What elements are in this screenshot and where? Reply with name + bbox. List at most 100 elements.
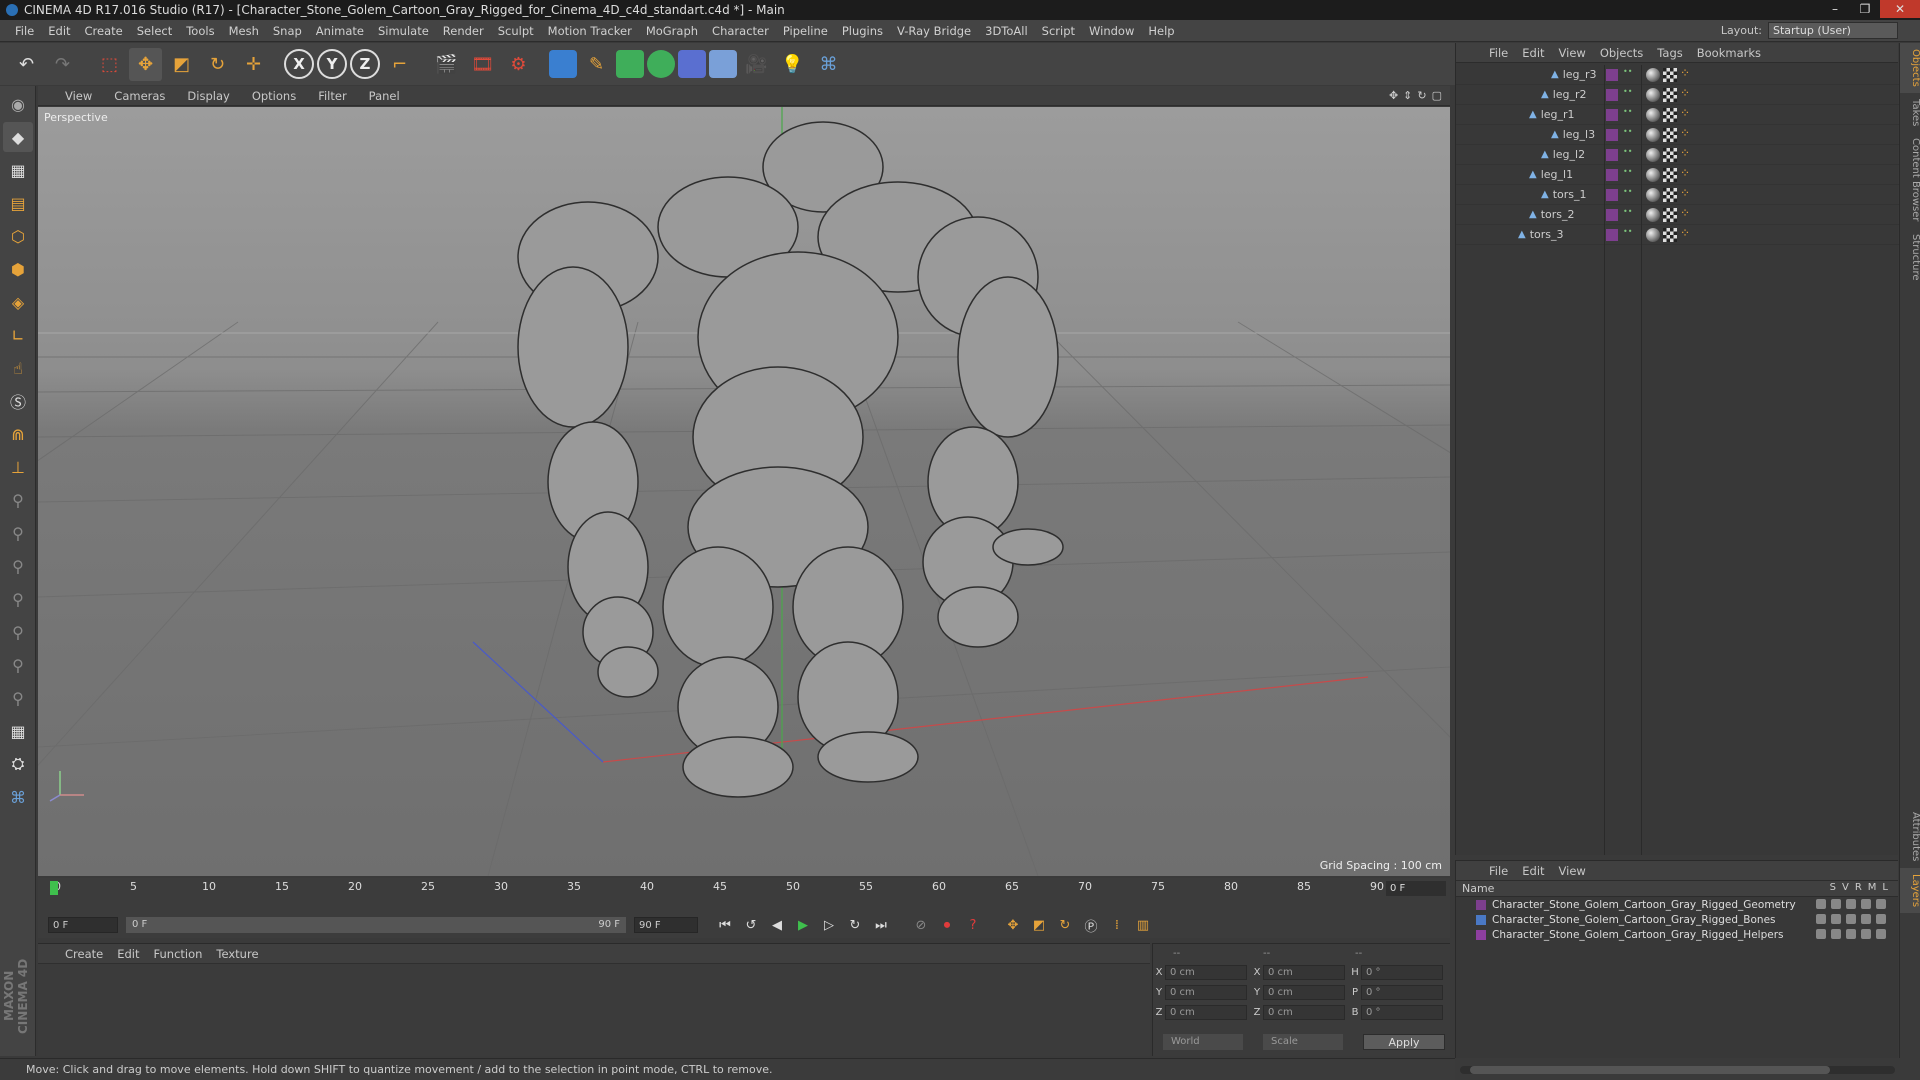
menu-sculpt[interactable]: Sculpt [491, 24, 541, 38]
tab-structure[interactable]: Structure [1900, 228, 1920, 287]
autokeying-icon[interactable]: ⏺ [934, 914, 960, 936]
menu-character[interactable]: Character [705, 24, 776, 38]
deformer-icon[interactable] [678, 50, 706, 78]
grid-tool-icon[interactable]: ▦ [3, 716, 33, 746]
scale-tool-icon[interactable]: ◩ [165, 48, 198, 81]
perspective-viewport[interactable]: Perspective Grid Spacing : 100 cm [38, 107, 1450, 876]
texture-tag-icon[interactable] [1663, 88, 1677, 102]
layer-color-swatch[interactable] [1476, 929, 1486, 940]
viewport-menu-filter[interactable]: Filter [307, 89, 357, 103]
texture-tag-icon[interactable] [1663, 148, 1677, 162]
objects-menu-bookmarks[interactable]: Bookmarks [1690, 46, 1768, 60]
maximize-button[interactable]: ❐ [1850, 0, 1880, 18]
go-to-end-icon[interactable]: ⏭ [868, 914, 894, 936]
coordinate-space-dropdown[interactable]: World [1163, 1034, 1243, 1050]
edges-mode-icon[interactable]: ⬢ [3, 254, 33, 284]
locked-column[interactable]: L [1882, 882, 1888, 893]
menu-3dtoall[interactable]: 3DToAll [978, 24, 1035, 38]
objects-menu-edit[interactable]: Edit [1515, 46, 1551, 60]
render-picture-viewer-icon[interactable]: 🎞 [466, 48, 499, 81]
texture-tag-icon[interactable] [1663, 188, 1677, 202]
tab-attributes[interactable]: Attributes [1900, 806, 1920, 867]
record-keyframes-icon[interactable]: ⊘ [908, 914, 934, 936]
next-frame-icon[interactable]: ▷ [816, 914, 842, 936]
live-selection-icon[interactable]: ⬚ [93, 48, 126, 81]
eye-icon[interactable] [1831, 899, 1841, 909]
viewport-menu-cameras[interactable]: Cameras [103, 89, 176, 103]
material-menu-function[interactable]: Function [147, 947, 210, 961]
weight-tag-icon[interactable]: ⁘ [1680, 107, 1690, 119]
render-view-icon[interactable]: 🎬 [430, 48, 463, 81]
menu-motion-tracker[interactable]: Motion Tracker [541, 24, 639, 38]
size-x-field[interactable]: 0 cm [1263, 964, 1345, 980]
make-editable-icon[interactable]: ◉ [3, 89, 33, 119]
rotation-h-field[interactable]: 0 ° [1361, 964, 1443, 980]
object-row-leg-l2[interactable]: ▲ leg_l2 •• ⁘ [1456, 145, 1899, 165]
layer-horizontal-scrollbar[interactable] [1460, 1066, 1895, 1074]
object-row-leg-r2[interactable]: ▲ leg_r2 •• ⁘ [1456, 85, 1899, 105]
visibility-dots[interactable]: •• [1623, 88, 1632, 101]
position-y-field[interactable]: 0 cm [1165, 984, 1247, 1000]
joint-tool-icon[interactable]: ⚲ [3, 485, 33, 515]
cube-primitive-icon[interactable] [549, 50, 577, 78]
column-divider[interactable] [1641, 65, 1642, 855]
view-column[interactable]: V [1842, 882, 1849, 893]
manager-icon[interactable] [1861, 899, 1871, 909]
parameter-key-icon[interactable]: Ⓟ [1078, 914, 1104, 936]
frame-range-slider[interactable]: 0 F 90 F [126, 917, 626, 933]
z-axis-lock-button[interactable]: Z [350, 49, 380, 79]
points-mode-icon[interactable]: ⬡ [3, 221, 33, 251]
solo-icon[interactable] [1816, 914, 1826, 924]
weight-tag-icon[interactable]: ⁘ [1680, 187, 1690, 199]
ik-tool-icon[interactable]: ⚲ [3, 518, 33, 548]
layer-row-helpers[interactable]: Character_Stone_Golem_Cartoon_Gray_Rigge… [1456, 927, 1898, 942]
menu-snap[interactable]: Snap [266, 24, 309, 38]
redo-icon[interactable]: ↷ [46, 48, 79, 81]
render-icon[interactable] [1846, 899, 1856, 909]
object-row-tors-3[interactable]: ▲ tors_3 •• ⁘ [1456, 225, 1899, 245]
bind-tool-icon[interactable]: ⚲ [3, 584, 33, 614]
texture-tag-icon[interactable] [1663, 108, 1677, 122]
menu-file[interactable]: File [8, 24, 41, 38]
object-row-tors-2[interactable]: ▲ tors_2 •• ⁘ [1456, 205, 1899, 225]
visibility-dots[interactable]: •• [1623, 228, 1632, 241]
object-row-tors-1[interactable]: ▲ tors_1 •• ⁘ [1456, 185, 1899, 205]
transform-tool-icon[interactable]: ✛ [237, 48, 270, 81]
weight-tool-icon[interactable]: ⚲ [3, 551, 33, 581]
paint-tool-icon[interactable]: ⚲ [3, 617, 33, 647]
visibility-dots[interactable]: •• [1623, 188, 1632, 201]
material-tag-icon[interactable] [1646, 68, 1660, 82]
menu-script[interactable]: Script [1035, 24, 1082, 38]
menu-pipeline[interactable]: Pipeline [776, 24, 835, 38]
visibility-dots[interactable]: •• [1623, 168, 1632, 181]
camera-icon[interactable]: 🎥 [740, 48, 773, 81]
end-frame-field[interactable]: 90 F [634, 917, 698, 933]
tweak-mode-icon[interactable]: ☝ [3, 353, 33, 383]
weight-tag-icon[interactable]: ⁘ [1680, 227, 1690, 239]
previous-key-icon[interactable]: ↺ [738, 914, 764, 936]
floor-icon[interactable] [709, 50, 737, 78]
menu-edit[interactable]: Edit [41, 24, 77, 38]
size-mode-dropdown[interactable]: Scale [1263, 1034, 1343, 1050]
layer-color-swatch[interactable] [1476, 899, 1486, 910]
material-menu-texture[interactable]: Texture [209, 947, 265, 961]
lock-icon[interactable] [1876, 914, 1886, 924]
manager-icon[interactable] [1861, 929, 1871, 939]
object-row-leg-l1[interactable]: ▲ leg_l1 •• ⁘ [1456, 165, 1899, 185]
tab-content-browser[interactable]: Content Browser [1900, 132, 1920, 227]
weight-tag-icon[interactable]: ⁘ [1680, 147, 1690, 159]
timeline-ruler[interactable]: 0 5 10 15 20 25 30 35 40 45 50 55 60 65 … [48, 880, 1448, 898]
pan-icon[interactable]: ✥ [1389, 89, 1398, 102]
menu-select[interactable]: Select [130, 24, 179, 38]
model-mode-icon[interactable]: ◆ [3, 122, 33, 152]
rotate-tool-icon[interactable]: ↻ [201, 48, 234, 81]
python-script-icon[interactable]: ⌘ [3, 782, 33, 812]
tab-layers[interactable]: Layers [1900, 867, 1920, 913]
menu-create[interactable]: Create [78, 24, 130, 38]
objects-menu-tags[interactable]: Tags [1650, 46, 1689, 60]
subdivision-surface-icon[interactable] [616, 50, 644, 78]
quantize-icon[interactable]: ⊥ [3, 452, 33, 482]
visibility-dots[interactable]: •• [1623, 68, 1632, 81]
tab-takes[interactable]: Takes [1900, 93, 1920, 132]
material-tag-icon[interactable] [1646, 168, 1660, 182]
